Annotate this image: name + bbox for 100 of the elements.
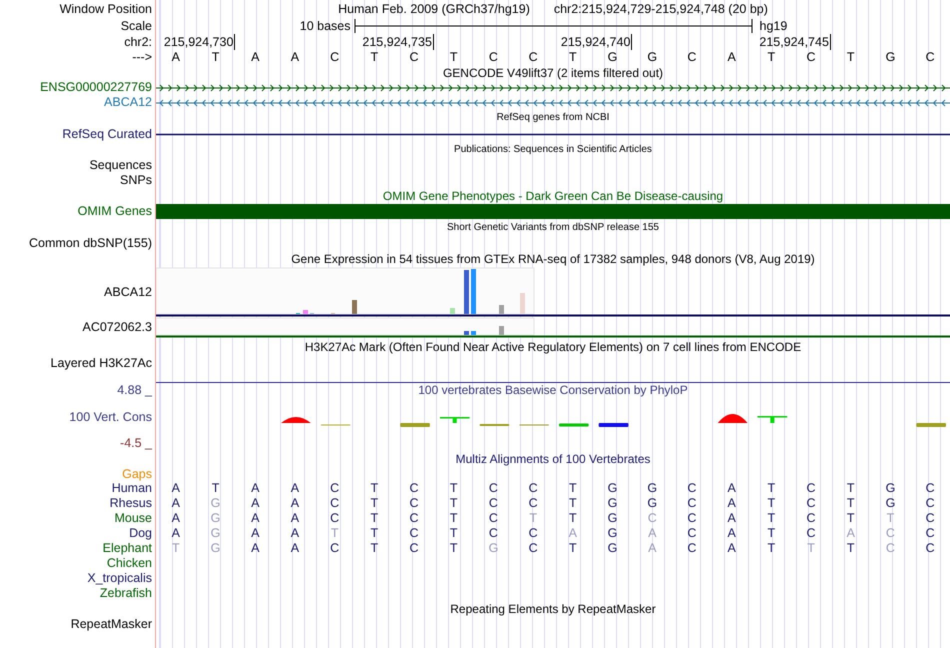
aligned-base: C: [408, 481, 420, 496]
base-letter: G: [646, 50, 658, 65]
species-label: Elephant: [102, 541, 152, 556]
aligned-base: C: [528, 526, 539, 541]
gene-line[interactable]: [156, 84, 950, 91]
base-letter: G: [606, 50, 618, 65]
base-letter: G: [884, 50, 896, 65]
aligned-base: C: [488, 496, 499, 511]
aligned-base: T: [370, 511, 380, 526]
track-label: 100 Vert. Cons: [69, 410, 152, 424]
aligned-base: C: [528, 541, 539, 556]
aligned-base: C: [924, 541, 936, 556]
track-label: Gaps: [122, 466, 152, 482]
aligned-base: T: [370, 526, 380, 541]
aligned-base: T: [370, 481, 380, 496]
ruler-tick: 215,924,745: [759, 34, 831, 50]
aligned-base: A: [290, 511, 300, 526]
aligned-base: C: [408, 541, 420, 556]
track-label: Layered H3K27Ac: [50, 356, 152, 371]
track-title: Publications: Sequences in Scientific Articles: [454, 144, 652, 156]
species-label: Zebrafish: [100, 586, 152, 601]
aligned-base: G: [606, 526, 618, 541]
aligned-base: C: [884, 526, 896, 541]
aligned-base: A: [250, 481, 260, 496]
base-letter: C: [528, 50, 539, 65]
gene-label: ENSG00000227769: [40, 80, 152, 95]
aligned-base: C: [806, 496, 817, 511]
aligned-base: T: [766, 541, 776, 556]
aligned-base: T: [448, 481, 459, 496]
scale-length: 10 bases: [300, 18, 350, 34]
aligned-base: C: [884, 541, 896, 556]
aligned-base: C: [686, 481, 698, 496]
base-letter: C: [686, 50, 698, 65]
aligned-base: C: [329, 496, 340, 511]
gene-line[interactable]: [156, 132, 950, 136]
aligned-base: A: [846, 526, 856, 541]
aligned-base: T: [568, 541, 578, 556]
aligned-base: T: [568, 511, 578, 526]
axis-min-label: -4.5 _: [120, 436, 152, 451]
track-label: Sequences: [89, 158, 152, 173]
aligned-base: T: [370, 496, 380, 511]
aligned-base: T: [766, 511, 776, 526]
track-label: SNPs: [120, 173, 152, 188]
aligned-base: T: [370, 541, 380, 556]
scale-assembly: hg19: [760, 18, 788, 34]
aligned-base: C: [924, 496, 936, 511]
species-label: Dog: [129, 526, 152, 541]
base-letter: C: [806, 50, 817, 65]
aligned-base: C: [686, 511, 698, 526]
track-title: RefSeq genes from NCBI: [496, 112, 610, 124]
aligned-base: A: [726, 541, 737, 556]
aligned-base: A: [170, 481, 182, 496]
aligned-base: G: [210, 526, 222, 541]
track-label: RefSeq Curated: [62, 126, 152, 142]
aligned-base: T: [766, 526, 776, 541]
aligned-base: G: [646, 481, 658, 496]
aligned-base: T: [886, 511, 896, 526]
aligned-base: G: [606, 496, 618, 511]
base-letter: T: [568, 50, 578, 65]
aligned-base: G: [210, 541, 222, 556]
aligned-base: A: [726, 481, 737, 496]
row-label: chr2:: [124, 34, 152, 50]
aligned-base: A: [726, 496, 737, 511]
ruler-tick: 215,924,730: [164, 34, 236, 50]
aligned-base: T: [210, 481, 220, 496]
aligned-base: T: [568, 496, 578, 511]
track-title: Gene Expression in 54 tissues from GTEx RNA-seq of 17382 samples, 948 donors (V8, Aug 2019): [291, 252, 815, 266]
gene-label: ABCA12: [104, 284, 152, 300]
aligned-base: T: [846, 541, 856, 556]
base-letter: T: [370, 50, 380, 65]
aligned-base: G: [210, 511, 222, 526]
track-title: GENCODE V49lift37 (2 items filtered out): [442, 66, 664, 80]
aligned-base: C: [924, 526, 936, 541]
aligned-base: C: [686, 526, 698, 541]
aligned-base: T: [330, 526, 340, 541]
aligned-base: C: [806, 526, 817, 541]
aligned-base: A: [170, 526, 182, 541]
aligned-base: C: [329, 481, 340, 496]
aligned-base: C: [924, 511, 936, 526]
aligned-base: A: [647, 541, 658, 556]
species-label: Rhesus: [110, 496, 152, 511]
row-label: Window Position: [60, 2, 152, 16]
aligned-base: G: [606, 541, 618, 556]
aligned-base: T: [766, 481, 776, 496]
aligned-base: T: [806, 541, 816, 556]
aligned-base: C: [329, 511, 340, 526]
position-range: chr2:215,924,729-215,924,748 (20 bp): [554, 2, 768, 16]
aligned-base: G: [488, 541, 500, 556]
ruler-tick: 215,924,735: [362, 34, 434, 50]
species-label: X_tropicalis: [87, 571, 152, 586]
base-letter: A: [250, 50, 260, 65]
aligned-base: C: [806, 511, 817, 526]
aligned-base: A: [726, 526, 737, 541]
aligned-base: G: [210, 496, 222, 511]
aligned-base: A: [250, 526, 260, 541]
track-label: Common dbSNP(155): [29, 236, 152, 251]
species-label: Chicken: [106, 556, 152, 571]
aligned-base: C: [329, 541, 340, 556]
aligned-base: A: [250, 541, 260, 556]
aligned-base: T: [448, 541, 459, 556]
